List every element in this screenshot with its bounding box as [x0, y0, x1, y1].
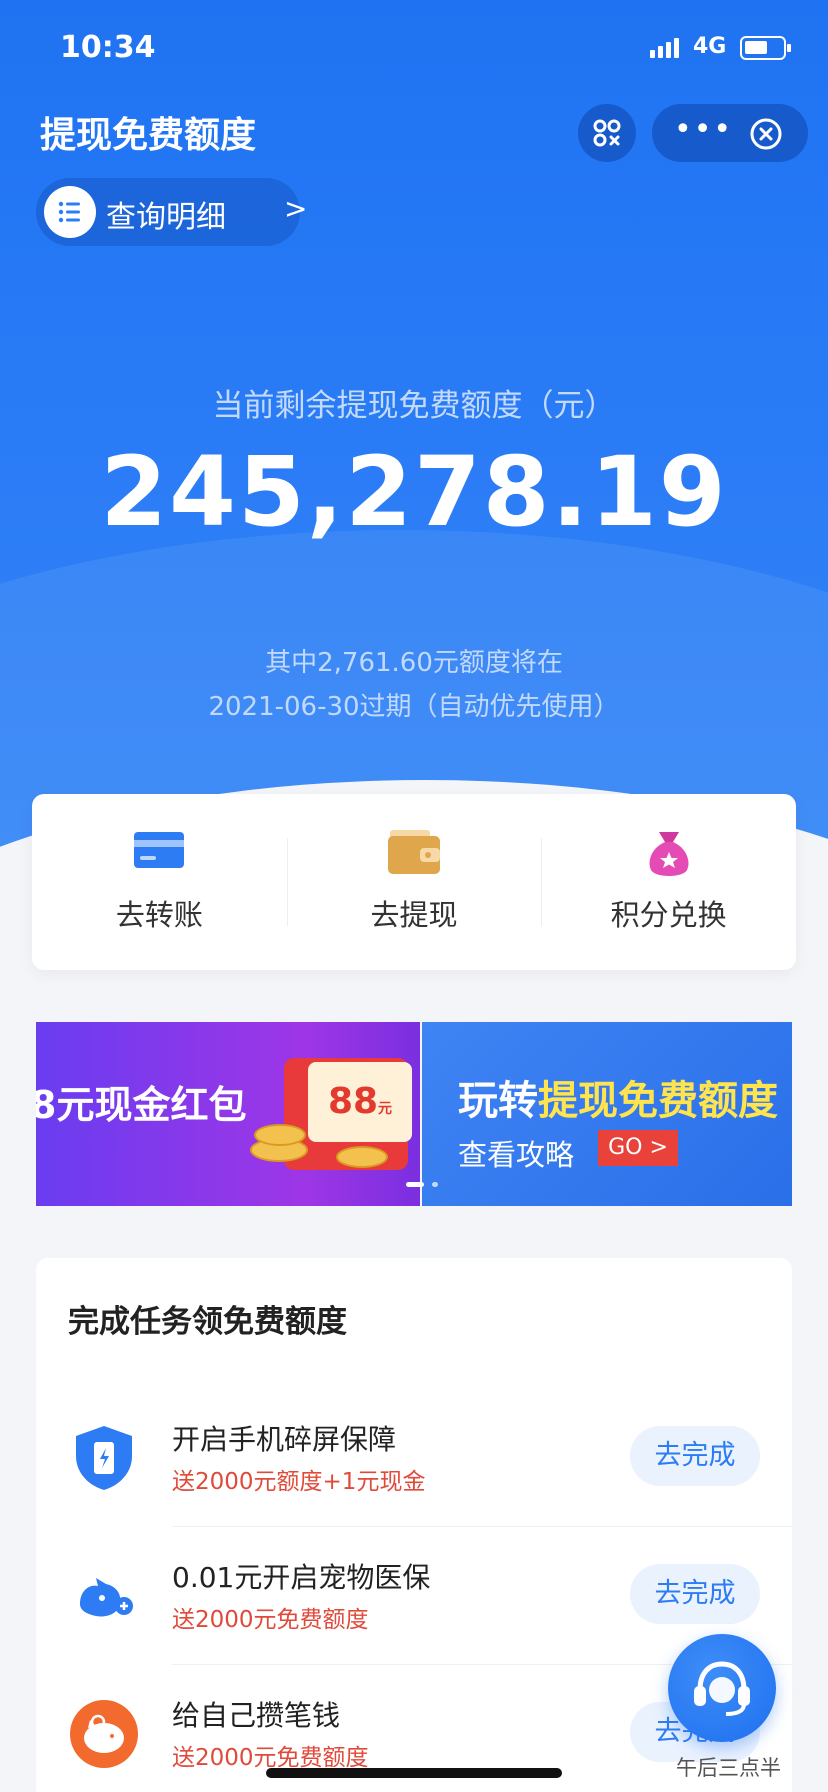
scan-button[interactable] [578, 104, 636, 162]
customer-service-button[interactable] [668, 1634, 776, 1742]
coin-icon [336, 1146, 388, 1168]
signal-icon [650, 36, 679, 58]
query-detail-button[interactable]: 查询明细 > [36, 178, 307, 246]
carousel-dot-active [406, 1182, 424, 1187]
battery-icon [740, 36, 791, 60]
go-button[interactable]: GO > [598, 1130, 678, 1166]
banner-strategy-guide[interactable]: 玩转提现免费额度 查看攻略 GO > [422, 1022, 792, 1206]
task-name: 给自己攒笔钱 [172, 1699, 341, 1732]
balance-label: 当前剩余提现免费额度（元） [212, 388, 616, 424]
scan-icon [593, 119, 621, 147]
banner-right-title-highlight: 提现免费额度 [538, 1078, 778, 1124]
headset-icon [694, 1661, 750, 1716]
phone-shield-icon [76, 1426, 132, 1490]
query-detail-label: 查询明细 [106, 200, 226, 235]
close-button[interactable] [748, 116, 784, 156]
action-points-exchange[interactable]: 积分兑换 [541, 794, 796, 970]
task-item: 开启手机碎屏保障 送2000元额度+1元现金 去完成 [36, 1388, 792, 1526]
status-bar: 10:34 4G [0, 0, 828, 100]
task-complete-button[interactable]: 去完成 [630, 1426, 760, 1486]
banner-right-title: 玩转提现免费额度 [458, 1068, 778, 1126]
home-indicator [266, 1768, 562, 1778]
banner-right-title-prefix: 玩转 [458, 1078, 538, 1124]
more-icon[interactable]: ••• [674, 115, 733, 145]
network-type: 4G [693, 34, 727, 59]
task-complete-button[interactable]: 去完成 [630, 1564, 760, 1624]
action-withdraw[interactable]: 去提现 [286, 794, 542, 970]
banner-right-subtitle: 查看攻略 [458, 1138, 575, 1172]
action-transfer[interactable]: 去转账 [32, 794, 287, 970]
page-title: 提现免费额度 [40, 115, 257, 156]
wallet-icon [388, 830, 440, 874]
red-packet-card-unit: 元 [378, 1101, 393, 1117]
mini-program-capsule: ••• [652, 104, 808, 162]
task-list-title: 完成任务领免费额度 [68, 1304, 347, 1340]
task-name: 0.01元开启宠物医保 [172, 1561, 431, 1594]
red-packet-card-value: 88 [327, 1081, 379, 1122]
close-icon [750, 118, 782, 150]
chevron-right-icon: > [284, 192, 308, 225]
action-withdraw-label: 去提现 [370, 898, 458, 932]
action-transfer-label: 去转账 [115, 898, 203, 932]
expiry-note-line2: 2021-06-30过期（自动优先使用） [208, 692, 620, 722]
red-packet-card: 88元 [308, 1062, 412, 1142]
pet-icon [80, 1578, 133, 1617]
watermark: 午后三点半 [676, 1756, 781, 1780]
balance-amount: 245,278.19 [100, 436, 728, 548]
quick-actions-card: 去转账 去提现 积分兑换 [32, 794, 796, 970]
list-icon [44, 186, 96, 238]
money-bag-icon [649, 832, 689, 876]
coin-icon [254, 1124, 306, 1146]
card-icon [134, 832, 185, 868]
action-points-exchange-label: 积分兑换 [610, 898, 727, 932]
carousel-dot [432, 1182, 438, 1187]
status-time: 10:34 [60, 30, 156, 65]
expiry-note-line1: 其中2,761.60元额度将在 [265, 648, 563, 678]
piggy-bank-icon [70, 1700, 138, 1768]
task-reward: 送2000元免费额度 [172, 1607, 369, 1633]
task-reward: 送2000元免费额度 [172, 1745, 369, 1771]
carousel-indicator [406, 1182, 438, 1187]
task-reward: 送2000元额度+1元现金 [172, 1469, 426, 1495]
task-name: 开启手机碎屏保障 [172, 1423, 397, 1456]
banner-red-packet[interactable]: 8元现金红包 88元 [36, 1022, 420, 1206]
banner-left-text: 8元现金红包 [36, 1083, 247, 1127]
